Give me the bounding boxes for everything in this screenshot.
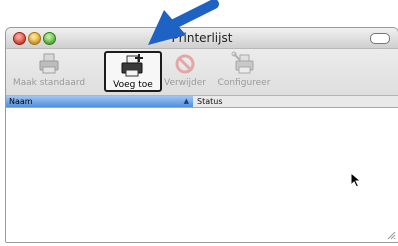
add-printer-icon: [121, 54, 143, 77]
column-header-status[interactable]: Status: [197, 96, 223, 107]
add-label: Voeg toe: [113, 80, 153, 90]
make-default-button[interactable]: Maak standaard: [10, 51, 88, 88]
delete-icon: [175, 54, 195, 74]
annotation-arrow-icon: [148, 0, 219, 45]
column-header-name[interactable]: Naam ▲: [6, 96, 193, 107]
sort-ascending-icon: ▲: [183, 97, 189, 105]
toolbar-toggle-button[interactable]: [370, 33, 390, 44]
table-header: Naam ▲ Status: [6, 96, 398, 108]
configure-button[interactable]: Configureer: [211, 51, 277, 88]
toolbar: Maak standaard Voeg toe Verwijder Config…: [6, 49, 398, 96]
delete-button[interactable]: Verwijder: [161, 51, 209, 88]
delete-label: Verwijder: [163, 78, 206, 88]
add-button[interactable]: Voeg toe: [104, 51, 162, 92]
column-header-name-label: Naam: [9, 97, 33, 106]
column-header-status-label: Status: [197, 97, 223, 106]
configure-icon: [231, 51, 254, 74]
printer-list[interactable]: [6, 108, 398, 242]
printer-default-icon: [39, 53, 59, 74]
make-default-label: Maak standaard: [12, 78, 86, 88]
configure-label: Configureer: [217, 78, 271, 88]
mouse-cursor-icon: [350, 172, 362, 188]
printer-list-window: Printerlijst Maak standaard Voeg toe Ver…: [5, 27, 398, 243]
resize-grip-icon[interactable]: [387, 231, 396, 240]
